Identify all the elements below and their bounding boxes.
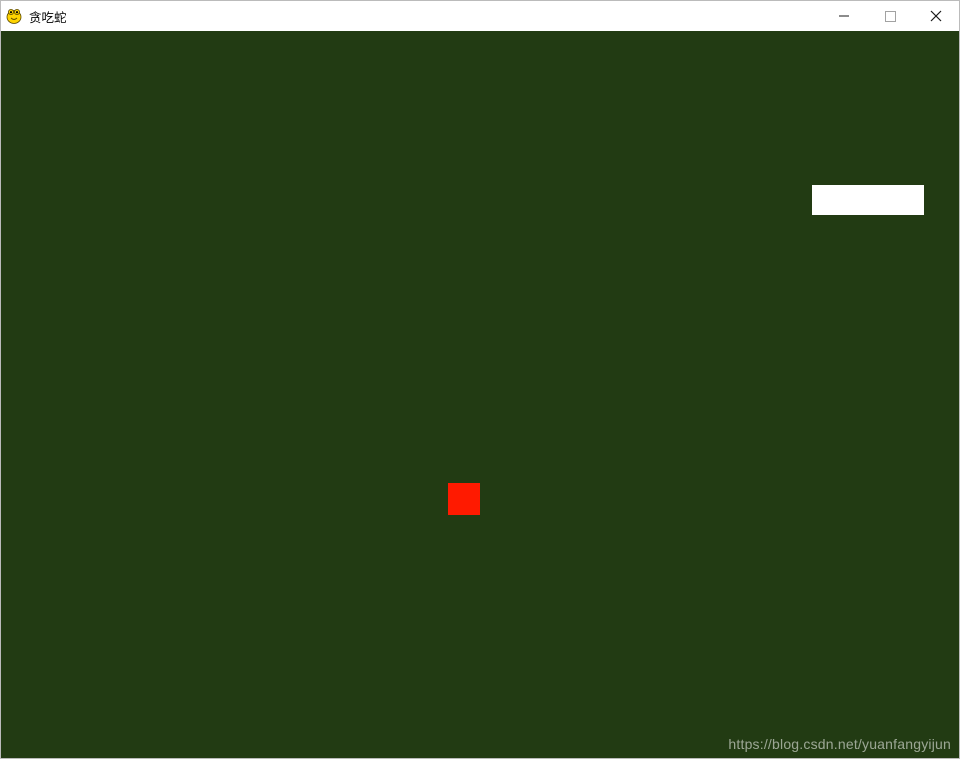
maximize-button[interactable] bbox=[867, 1, 913, 31]
titlebar: 贪吃蛇 bbox=[1, 1, 959, 31]
watermark-text: https://blog.csdn.net/yuanfangyijun bbox=[728, 736, 951, 752]
minimize-button[interactable] bbox=[821, 1, 867, 31]
close-button[interactable] bbox=[913, 1, 959, 31]
snake-body bbox=[812, 185, 924, 215]
app-icon bbox=[5, 7, 23, 25]
window-title: 贪吃蛇 bbox=[29, 7, 67, 26]
food-block bbox=[448, 483, 480, 515]
game-canvas[interactable]: https://blog.csdn.net/yuanfangyijun bbox=[1, 31, 959, 758]
application-window: 贪吃蛇 https://blog.csdn.net/yuanfangyijun bbox=[0, 0, 960, 759]
